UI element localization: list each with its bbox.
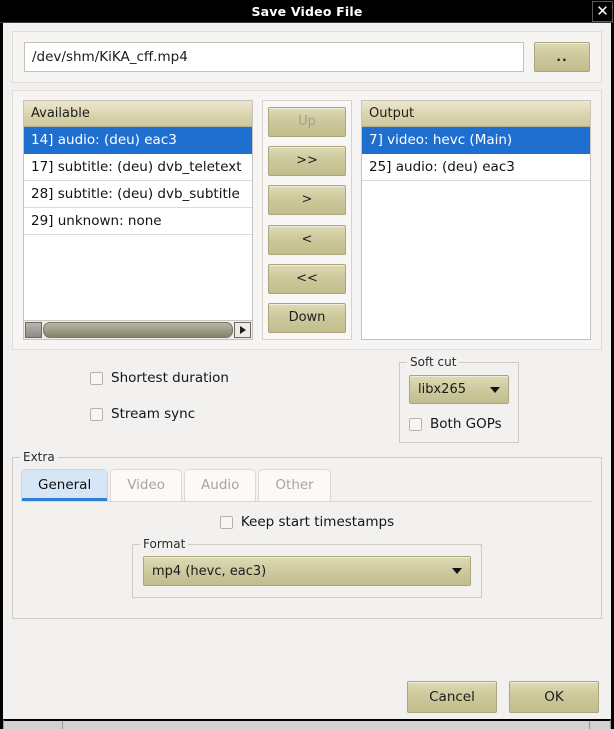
- dialog-body: /dev/shm/KiKA_cff.mp4 .. Available 14] a…: [3, 23, 611, 719]
- shortest-duration-checkbox[interactable]: Shortest duration: [90, 370, 399, 386]
- tab-audio[interactable]: Audio: [184, 469, 257, 501]
- chevron-down-icon: [452, 568, 462, 574]
- close-icon[interactable]: ✕: [592, 0, 613, 22]
- available-streams-list[interactable]: Available 14] audio: (deu) eac3 17] subt…: [23, 100, 253, 340]
- output-file-input[interactable]: /dev/shm/KiKA_cff.mp4: [24, 42, 524, 72]
- stream-sync-label: Stream sync: [111, 406, 196, 422]
- soft-cut-encoder-value: libx265: [418, 382, 466, 397]
- format-value: mp4 (hevc, eac3): [152, 563, 267, 579]
- browse-button[interactable]: ..: [534, 42, 590, 72]
- extra-title: Extra: [20, 450, 58, 464]
- output-list-body: 7] video: hevc (Main) 25] audio: (deu) e…: [362, 127, 590, 339]
- extra-general-panel: Keep start timestamps Format mp4 (hevc, …: [21, 501, 593, 608]
- both-gops-checkbox[interactable]: Both GOPs: [409, 416, 509, 432]
- keep-start-timestamps-checkbox[interactable]: Keep start timestamps: [27, 514, 587, 530]
- window-title: Save Video File: [251, 3, 363, 19]
- move-down-button[interactable]: Down: [268, 302, 346, 333]
- scrollbar-track[interactable]: [43, 322, 233, 338]
- extra-group: Extra General Video Audio Other Keep sta…: [12, 450, 602, 619]
- tab-general[interactable]: General: [21, 469, 109, 501]
- window-status-strip: [3, 719, 611, 729]
- extra-tabstrip: General Video Audio Other: [21, 467, 593, 501]
- list-item[interactable]: 25] audio: (deu) eac3: [362, 154, 590, 181]
- checkbox-icon: [90, 371, 103, 385]
- soft-cut-title: Soft cut: [407, 355, 460, 369]
- cancel-button[interactable]: Cancel: [407, 681, 497, 713]
- add-all-button[interactable]: >>: [268, 146, 346, 177]
- window-client-area: /dev/shm/KiKA_cff.mp4 .. Available 14] a…: [0, 23, 614, 729]
- chevron-down-icon: [490, 386, 500, 393]
- title-bar: Save Video File ✕: [0, 0, 614, 23]
- stream-sync-checkbox[interactable]: Stream sync: [90, 406, 399, 422]
- remove-all-button[interactable]: <<: [268, 263, 346, 294]
- list-item[interactable]: 28] subtitle: (deu) dvb_subtitle: [24, 181, 252, 208]
- move-up-button[interactable]: Up: [268, 107, 346, 137]
- tab-other[interactable]: Other: [258, 469, 331, 501]
- available-list-header: Available: [24, 101, 252, 127]
- format-select[interactable]: mp4 (hevc, eac3): [143, 556, 471, 586]
- remove-button[interactable]: <: [268, 224, 346, 255]
- duration-options: Shortest duration Stream sync: [12, 362, 399, 442]
- list-item[interactable]: 17] subtitle: (deu) dvb_teletext: [24, 154, 252, 181]
- available-list-horizontal-scrollbar[interactable]: [24, 320, 252, 339]
- output-list-header: Output: [362, 101, 590, 127]
- format-group: Format mp4 (hevc, eac3): [132, 537, 482, 598]
- checkbox-icon: [90, 407, 103, 421]
- soft-cut-group: Soft cut libx265 Both GOPs: [399, 355, 519, 443]
- checkbox-icon: [409, 417, 422, 431]
- ok-button[interactable]: OK: [509, 681, 599, 713]
- both-gops-label: Both GOPs: [430, 416, 502, 432]
- available-list-body: 14] audio: (deu) eac3 17] subtitle: (deu…: [24, 127, 252, 320]
- output-streams-list[interactable]: Output 7] video: hevc (Main) 25] audio: …: [361, 100, 591, 340]
- file-path-row: /dev/shm/KiKA_cff.mp4 ..: [24, 42, 590, 72]
- stream-transfer-buttons: Up >> > < << Down: [262, 100, 352, 340]
- scroll-right-arrow-icon[interactable]: [234, 322, 251, 338]
- options-row: Shortest duration Stream sync Soft cut l…: [12, 355, 602, 443]
- list-item[interactable]: 29] unknown: none: [24, 208, 252, 235]
- add-button[interactable]: >: [268, 185, 346, 216]
- tab-video[interactable]: Video: [110, 469, 183, 501]
- list-item[interactable]: 7] video: hevc (Main): [362, 127, 590, 154]
- save-video-file-window: Save Video File ✕ /dev/shm/KiKA_cff.mp4 …: [0, 0, 614, 729]
- scrollbar-thumb[interactable]: [25, 322, 42, 338]
- streams-panel: Available 14] audio: (deu) eac3 17] subt…: [12, 90, 602, 350]
- format-title: Format: [140, 537, 189, 551]
- checkbox-icon: [219, 515, 233, 529]
- dialog-footer: Cancel OK: [12, 669, 602, 713]
- keep-start-timestamps-label: Keep start timestamps: [240, 514, 395, 530]
- list-item[interactable]: 14] audio: (deu) eac3: [24, 127, 252, 154]
- shortest-duration-label: Shortest duration: [111, 370, 229, 386]
- soft-cut-encoder-select[interactable]: libx265: [409, 375, 509, 404]
- file-path-panel: /dev/shm/KiKA_cff.mp4 ..: [12, 31, 602, 83]
